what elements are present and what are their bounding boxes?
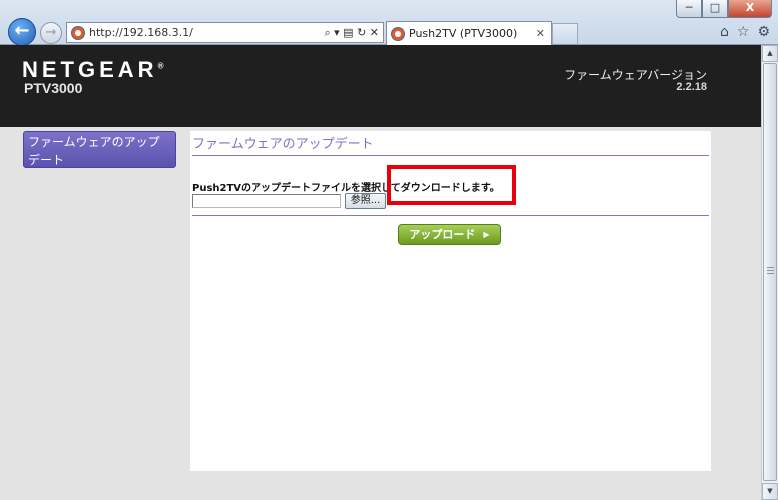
address-tools-icon[interactable]: ⌕ ▾ ▤ ↻ ✕ [325,26,384,40]
close-window-button[interactable]: X [728,0,772,18]
vertical-scrollbar[interactable]: ▲ ▼ [761,45,778,500]
upload-button[interactable]: アップロード ▶ [398,224,501,245]
back-button[interactable]: ← [8,18,36,46]
browser-toolbar: ⌂ ☆ ⚙ [720,24,770,40]
sidebar-item-firmware-update[interactable]: ファームウェアのアップデート [23,131,176,168]
address-url[interactable]: http://192.168.3.1/ [89,26,325,39]
file-path-input[interactable] [192,194,341,208]
device-model: PTV3000 [24,80,83,96]
page-title: ファームウェアのアップデート [192,137,374,152]
maximize-button[interactable]: □ [702,0,728,18]
forward-button[interactable]: → [40,22,62,44]
home-icon[interactable]: ⌂ [720,24,729,40]
new-tab-button[interactable] [552,23,578,44]
scroll-grip-icon [767,267,774,275]
form-divider [192,215,709,216]
forward-arrow-icon: → [45,25,57,40]
tab-favicon-icon [391,26,405,41]
netgear-header: NETGEAR® PTV3000 ファームウェアバージョン 2.2.18 [0,45,761,127]
back-arrow-icon: ← [14,20,30,41]
sidebar-item-label: ファームウェアのアップデート [28,135,160,167]
settings-gear-icon[interactable]: ⚙ [757,24,770,40]
minimize-button[interactable]: ─ [676,0,702,18]
instruction-text: Push2TVのアップデートファイルを選択してダウンロードします。 [192,183,500,194]
upload-button-label: アップロード [409,228,476,241]
browser-chrome: ─ □ X ← → http://192.168.3.1/ ⌕ ▾ ▤ ↻ ✕ … [0,0,778,46]
window-controls: ─ □ X [676,0,772,18]
site-favicon-icon [71,25,85,40]
main-content: ファームウェアのアップデート Push2TVのアップデートファイルを選択してダウ… [190,131,711,471]
favorites-star-icon[interactable]: ☆ [737,24,750,40]
address-bar[interactable]: http://192.168.3.1/ ⌕ ▾ ▤ ↻ ✕ [66,22,384,43]
firmware-version-value: 2.2.18 [676,81,707,93]
scroll-down-arrow-icon[interactable]: ▼ [762,483,778,500]
tab-close-icon[interactable]: ✕ [536,27,551,40]
tab-push2tv[interactable]: Push2TV (PTV3000) ✕ [386,21,552,45]
title-divider [192,155,709,156]
play-arrow-icon: ▶ [483,230,490,239]
scroll-thumb[interactable] [763,63,777,481]
page-viewport: NETGEAR® PTV3000 ファームウェアバージョン 2.2.18 ファー… [0,45,761,500]
scroll-up-arrow-icon[interactable]: ▲ [762,45,778,62]
browse-button[interactable]: 参照... [345,193,386,209]
tab-title: Push2TV (PTV3000) [409,27,518,40]
